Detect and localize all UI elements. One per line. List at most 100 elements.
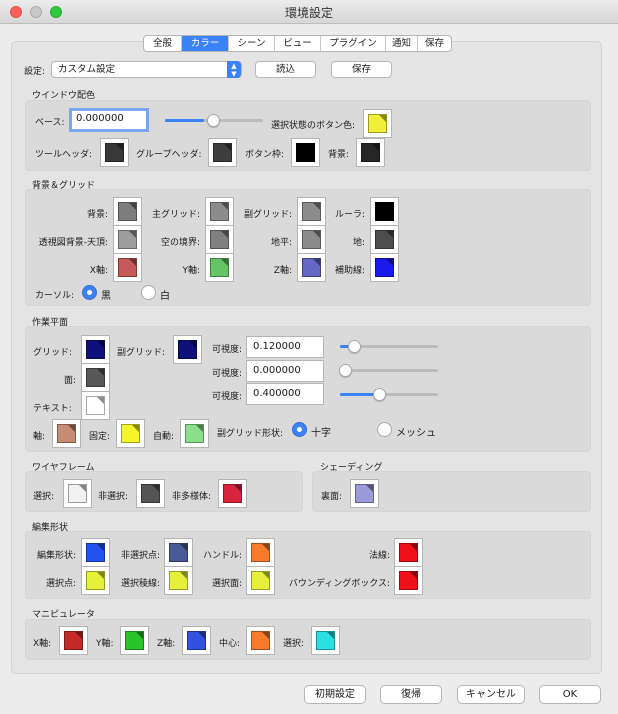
load-button[interactable]: 読込 [255,61,316,78]
revert-button[interactable]: 復帰 [380,685,442,704]
es-selected-face-swatch[interactable] [246,566,275,595]
cancel-button[interactable]: キャンセル [457,685,525,704]
visibility-3-slider[interactable] [340,393,438,396]
swatch-fill [121,424,140,443]
perspective-zenith-swatch[interactable] [113,225,142,254]
es-shape-swatch[interactable] [81,538,110,567]
cursor-label: カーソル: [35,291,75,301]
mp-z-swatch[interactable] [182,626,211,655]
swatch-fill [64,631,83,650]
swatch-fill [375,230,394,249]
es-normal-label: 法線: [368,551,390,561]
subgrid-cross-radio[interactable] [292,422,307,437]
swatch-fill [302,202,321,221]
ruler-swatch[interactable] [370,197,399,226]
wf-unselected-label: 非選択: [98,492,129,502]
bg-swatch[interactable] [113,197,142,226]
group-header-swatch[interactable] [208,138,237,167]
es-selected-point-swatch[interactable] [81,566,110,595]
mp-x-swatch[interactable] [59,626,88,655]
swatch-fill [361,143,380,162]
swatch-fill [355,484,374,503]
wp-axis-swatch[interactable] [52,419,81,448]
wp-grid-swatch[interactable] [81,335,110,364]
swatch-fill [125,631,144,650]
base-slider-knob[interactable] [207,114,220,127]
group-header-label: グループヘッダ: [136,150,202,160]
cursor-black-radio[interactable] [82,285,97,300]
selected-button-color-swatch[interactable] [363,109,392,138]
visibility-1-input[interactable]: 0.120000 [246,336,324,358]
button-frame-swatch[interactable] [291,138,320,167]
tab-notify[interactable]: 通知 [386,36,418,51]
tab-general[interactable]: 全般 [144,36,182,51]
es-selected-edge-swatch[interactable] [164,566,193,595]
swatch-fill [68,484,87,503]
mp-z-label: Z軸: [157,639,176,649]
es-normal-swatch[interactable] [394,538,423,567]
es-selected-edge-label: 選択稜線: [120,579,160,589]
mp-selected-swatch[interactable] [311,626,340,655]
base-label: ベース: [35,118,65,128]
main-grid-label: 主グリッド: [151,210,200,220]
visibility-2-input[interactable]: 0.000000 [246,360,324,382]
tab-scene[interactable]: シーン [229,36,275,51]
tab-view[interactable]: ビュー [275,36,321,51]
es-handle-swatch[interactable] [246,538,275,567]
swatch-fill [210,230,229,249]
x-axis-swatch[interactable] [113,253,142,282]
ground-swatch[interactable] [370,225,399,254]
subgrid-cross-label: 十字 [311,428,331,439]
tab-plugin[interactable]: プラグイン [321,36,386,51]
shading-back-label: 裏面: [321,492,343,502]
swatch-fill [185,424,204,443]
cursor-white-label: 白 [160,291,170,302]
mp-y-swatch[interactable] [120,626,149,655]
swatch-fill [105,143,124,162]
chevron-updown-icon: ▲ ▼ [227,61,241,78]
wp-auto-swatch[interactable] [180,419,209,448]
wp-grid-label: グリッド: [33,348,73,358]
es-selected-face-label: 選択面: [211,579,242,589]
swatch-fill [187,631,206,650]
swatch-fill [86,571,105,590]
es-bounding-box-swatch[interactable] [394,566,423,595]
wp-fixed-swatch[interactable] [116,419,145,448]
selected-button-color-label: 選択状態のボタン色: [271,121,356,131]
subgrid-mesh-radio[interactable] [377,422,392,437]
mp-center-swatch[interactable] [246,626,275,655]
base-input[interactable]: 0.000000 [69,108,149,132]
es-bounding-box-label: バウンディングボックス: [288,579,390,589]
save-button[interactable]: 保存 [331,61,392,78]
visibility-3-knob[interactable] [373,388,386,401]
swatch-fill [210,258,229,277]
defaults-button[interactable]: 初期設定 [304,685,366,704]
visibility-1-knob[interactable] [348,340,361,353]
wf-selected-swatch[interactable] [63,479,92,508]
visibility-3-input[interactable]: 0.400000 [246,383,324,405]
wp-axis-label: 軸: [33,432,46,442]
cursor-white-radio[interactable] [141,285,156,300]
tab-color[interactable]: カラー [182,36,229,51]
ok-button[interactable]: OK [539,685,601,704]
swatch-fill [169,543,188,562]
swatch-fill [296,143,315,162]
subgrid-shape-label: 副グリッド形状: [217,429,284,439]
swatch-fill [223,484,242,503]
guide-line-swatch[interactable] [370,253,399,282]
window-background-swatch[interactable] [356,138,385,167]
wp-face-swatch[interactable] [81,363,110,392]
tab-save[interactable]: 保存 [418,36,451,51]
visibility-2-slider[interactable] [340,369,438,372]
wf-nonmanifold-label: 非多様体: [172,492,212,502]
wp-text-swatch[interactable] [81,391,110,420]
es-unselected-point-swatch[interactable] [164,538,193,567]
settings-select[interactable]: カスタム設定 ▲ ▼ [51,61,242,78]
wf-unselected-swatch[interactable] [136,479,165,508]
wf-nonmanifold-swatch[interactable] [218,479,247,508]
tool-header-swatch[interactable] [100,138,129,167]
visibility-2-knob[interactable] [339,364,352,377]
wp-subgrid-swatch[interactable] [173,335,202,364]
shading-back-swatch[interactable] [350,479,379,508]
perspective-zenith-label: 透視図背景-天頂: [38,238,108,248]
